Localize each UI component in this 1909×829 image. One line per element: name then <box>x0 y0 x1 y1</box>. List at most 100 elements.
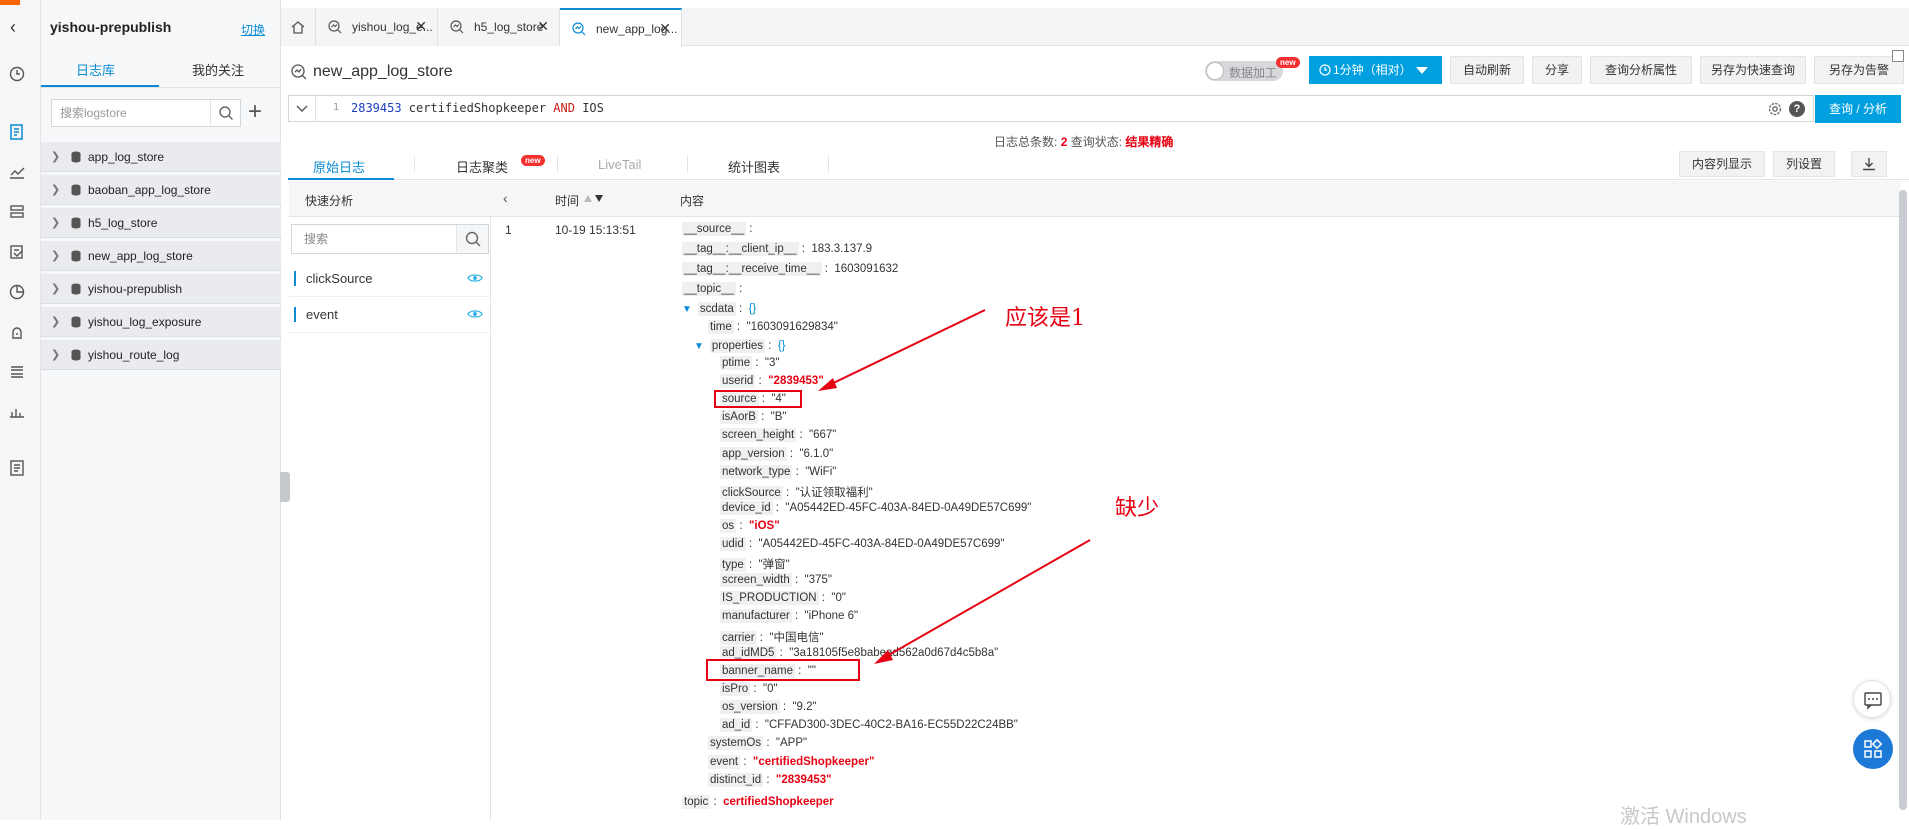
close-icon[interactable]: ✕ <box>537 18 549 35</box>
field-key[interactable]: systemOs <box>708 736 764 750</box>
switch-project-link[interactable]: 切换 <box>241 21 265 38</box>
column-settings-button[interactable]: 列设置 <box>1773 151 1835 177</box>
sidebar-item-baoban-app-log-store[interactable]: ❯ baoban_app_log_store <box>41 175 281 205</box>
field-value[interactable]: "中国电信" <box>769 632 823 644</box>
data-process-toggle[interactable]: 数据加工 <box>1205 61 1283 81</box>
field-key[interactable]: screen_height <box>720 428 797 443</box>
field-value[interactable]: "A05442ED-45FC-403A-84ED-0A49DE57C699" <box>759 538 1005 550</box>
field-key[interactable]: udid <box>720 537 746 551</box>
column-time[interactable]: 时间 <box>555 192 579 209</box>
field-value[interactable]: "667" <box>809 429 836 441</box>
field-key[interactable]: event <box>708 755 741 769</box>
close-icon[interactable]: ✕ <box>659 20 671 37</box>
field-key[interactable]: topic <box>682 795 711 809</box>
sidebar-item-h5-log-store[interactable]: ❯ h5_log_store <box>41 208 281 238</box>
field-value[interactable]: "1603091629834" <box>747 321 838 333</box>
window-restore-icon[interactable] <box>1892 50 1904 62</box>
field-key[interactable]: userid <box>720 374 756 389</box>
eye-icon[interactable] <box>467 273 483 283</box>
field-value[interactable]: "CFFAD300-3DEC-40C2-BA16-EC55D22C24BB" <box>765 719 1018 731</box>
field-key[interactable]: scdata <box>697 302 736 316</box>
query-text[interactable]: 2839453 certifiedShopkeeper AND IOS <box>351 101 604 115</box>
field-value[interactable]: 183.3.137.9 <box>811 243 872 255</box>
time-range-dropdown[interactable]: 1分钟（相对） <box>1309 56 1442 84</box>
chevron-right-icon[interactable]: ❯ <box>51 348 60 361</box>
field-key[interactable]: ptime <box>720 356 753 370</box>
field-value[interactable]: "2839453" <box>768 375 824 387</box>
field-value[interactable]: "iPhone 6" <box>805 610 859 622</box>
chevron-right-icon[interactable]: ❯ <box>51 150 60 163</box>
scrollbar[interactable] <box>1899 190 1907 810</box>
clock-icon[interactable] <box>8 66 26 82</box>
field-value[interactable]: certifiedShopkeeper <box>723 796 834 808</box>
field-key[interactable]: time <box>708 320 734 334</box>
field-value[interactable]: "B" <box>771 411 787 423</box>
eye-icon[interactable] <box>467 309 483 319</box>
field-value[interactable]: "3" <box>765 357 780 369</box>
tab-new-app-log-store[interactable]: new_app_log... ✕ <box>560 8 682 47</box>
field-value[interactable]: "0" <box>763 683 778 695</box>
field-key[interactable]: os <box>720 518 737 533</box>
field-value[interactable]: "iOS" <box>749 520 780 532</box>
field-key[interactable]: carrier <box>720 630 757 645</box>
close-icon[interactable]: ✕ <box>415 18 427 35</box>
expand-icon[interactable]: ▼ <box>694 341 704 352</box>
field-value[interactable]: "APP" <box>776 737 807 749</box>
dashboard-icon[interactable] <box>8 404 26 420</box>
edit-doc-icon[interactable] <box>8 244 26 260</box>
field-key[interactable]: isAorB <box>720 410 758 425</box>
tab-h5-log-store[interactable]: h5_log_store ✕ <box>438 8 560 46</box>
field-key[interactable]: ad_id <box>720 718 753 732</box>
field-key[interactable]: __tag__:__receive_time__ <box>682 262 822 276</box>
query-editor[interactable]: 1 2839453 certifiedShopkeeper AND IOS ? <box>288 95 1814 122</box>
field-key[interactable]: network_type <box>720 464 793 479</box>
sidebar-item-yishou-log-exposure[interactable]: ❯ yishou_log_exposure <box>41 307 281 337</box>
search-icon[interactable] <box>210 100 240 126</box>
layers-icon[interactable] <box>8 204 26 220</box>
share-button[interactable]: 分享 <box>1532 56 1582 84</box>
history-dropdown[interactable] <box>289 96 316 121</box>
chevron-right-icon[interactable]: ❯ <box>51 183 60 196</box>
chat-button[interactable] <box>1853 680 1891 718</box>
tab-livetail[interactable]: LiveTail <box>598 157 641 172</box>
pie-chart-icon[interactable] <box>8 284 26 300</box>
chevron-right-icon[interactable]: ❯ <box>51 249 60 262</box>
tab-logstores[interactable]: 日志库 <box>76 60 115 79</box>
auto-refresh-button[interactable]: 自动刷新 <box>1450 56 1524 84</box>
field-item-event[interactable]: event <box>289 297 491 333</box>
save-quick-query-button[interactable]: 另存为快速查询 <box>1700 56 1806 84</box>
field-value[interactable]: "0" <box>831 592 846 604</box>
field-value[interactable]: 1603091632 <box>834 263 898 275</box>
search-icon[interactable] <box>456 225 488 253</box>
sort-icon[interactable] <box>583 194 605 203</box>
field-key[interactable]: clickSource <box>720 485 783 500</box>
field-key[interactable]: __topic__ <box>682 282 736 296</box>
field-key[interactable]: type <box>720 558 746 573</box>
field-key[interactable]: device_id <box>720 500 773 515</box>
field-key[interactable]: properties <box>709 339 766 353</box>
tab-yishou-log-exposure[interactable]: yishou_log_e... ✕ <box>316 8 438 46</box>
tab-favorites[interactable]: 我的关注 <box>192 60 244 79</box>
field-value[interactable]: "认证领取福利" <box>796 487 873 499</box>
field-key[interactable]: isPro <box>720 681 751 696</box>
chevron-right-icon[interactable]: ❯ <box>51 282 60 295</box>
report-icon[interactable] <box>8 460 26 476</box>
sidebar-item-yishou-prepublish[interactable]: ❯ yishou-prepublish <box>41 274 281 304</box>
tab-log-cluster[interactable]: 日志聚类 <box>456 157 508 176</box>
field-item-clicksource[interactable]: clickSource <box>289 261 491 297</box>
field-key[interactable]: __tag__:__client_ip__ <box>682 242 799 256</box>
list-icon[interactable] <box>8 364 26 380</box>
download-button[interactable] <box>1851 151 1887 177</box>
field-key[interactable]: __source__ <box>682 222 747 236</box>
field-key[interactable]: IS_PRODUCTION <box>720 591 819 606</box>
field-value[interactable]: "2839453" <box>776 774 832 786</box>
field-value[interactable]: "375" <box>805 574 832 586</box>
field-value[interactable]: "certifiedShopkeeper" <box>753 756 874 768</box>
save-alert-button[interactable]: 另存为告警 <box>1814 56 1904 84</box>
field-search-input[interactable] <box>292 225 452 253</box>
sidebar-item-new-app-log-store[interactable]: ❯ new_app_log_store <box>41 241 281 271</box>
back-icon[interactable]: ‹ <box>10 17 16 38</box>
field-value[interactable]: "6.1.0" <box>799 448 833 460</box>
field-value[interactable]: "WiFi" <box>805 466 836 478</box>
field-key[interactable]: os_version <box>720 699 780 714</box>
